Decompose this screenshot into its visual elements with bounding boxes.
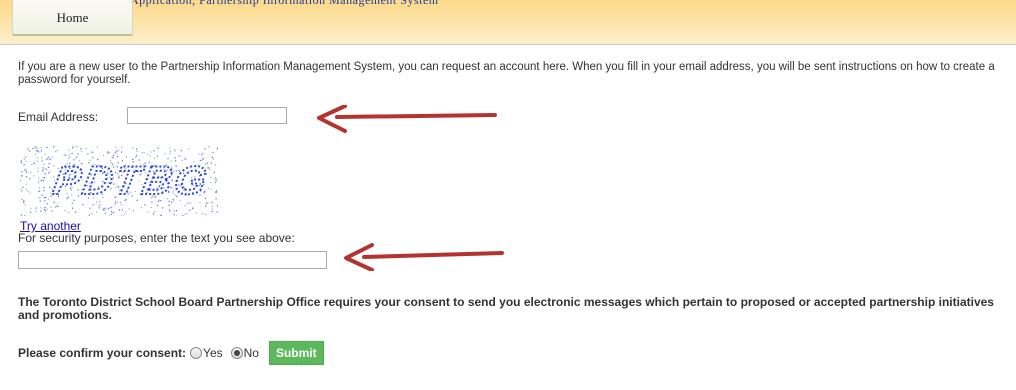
- captcha-image: PDTBG: [20, 146, 218, 216]
- annotation-arrow-email-icon: [317, 105, 497, 133]
- page-banner-cutoff: Application, Partnership Information Man…: [130, 0, 439, 7]
- captcha-text: PDTBG: [50, 158, 213, 203]
- top-nav-bar: Application, Partnership Information Man…: [0, 0, 1016, 45]
- tab-home-label: Home: [56, 10, 89, 25]
- annotation-arrow-captcha-icon: [344, 243, 504, 271]
- email-label: Email Address:: [18, 110, 99, 124]
- confirm-consent-label: Please confirm your consent:: [18, 346, 187, 360]
- consent-no-label: No: [243, 346, 259, 360]
- consent-row: Please confirm your consent: Yes No Subm…: [18, 341, 324, 365]
- consent-text: The Toronto District School Board Partne…: [18, 295, 994, 322]
- consent-no-radio[interactable]: [230, 347, 243, 359]
- security-label: For security purposes, enter the text yo…: [18, 231, 295, 245]
- consent-yes-label: Yes: [203, 346, 223, 360]
- tab-home[interactable]: Home: [12, 0, 133, 36]
- captcha-input[interactable]: [18, 251, 327, 269]
- submit-button[interactable]: Submit: [268, 341, 324, 365]
- consent-yes-radio[interactable]: [190, 347, 203, 359]
- intro-text: If you are a new user to the Partnership…: [18, 61, 995, 86]
- email-input[interactable]: [127, 107, 287, 124]
